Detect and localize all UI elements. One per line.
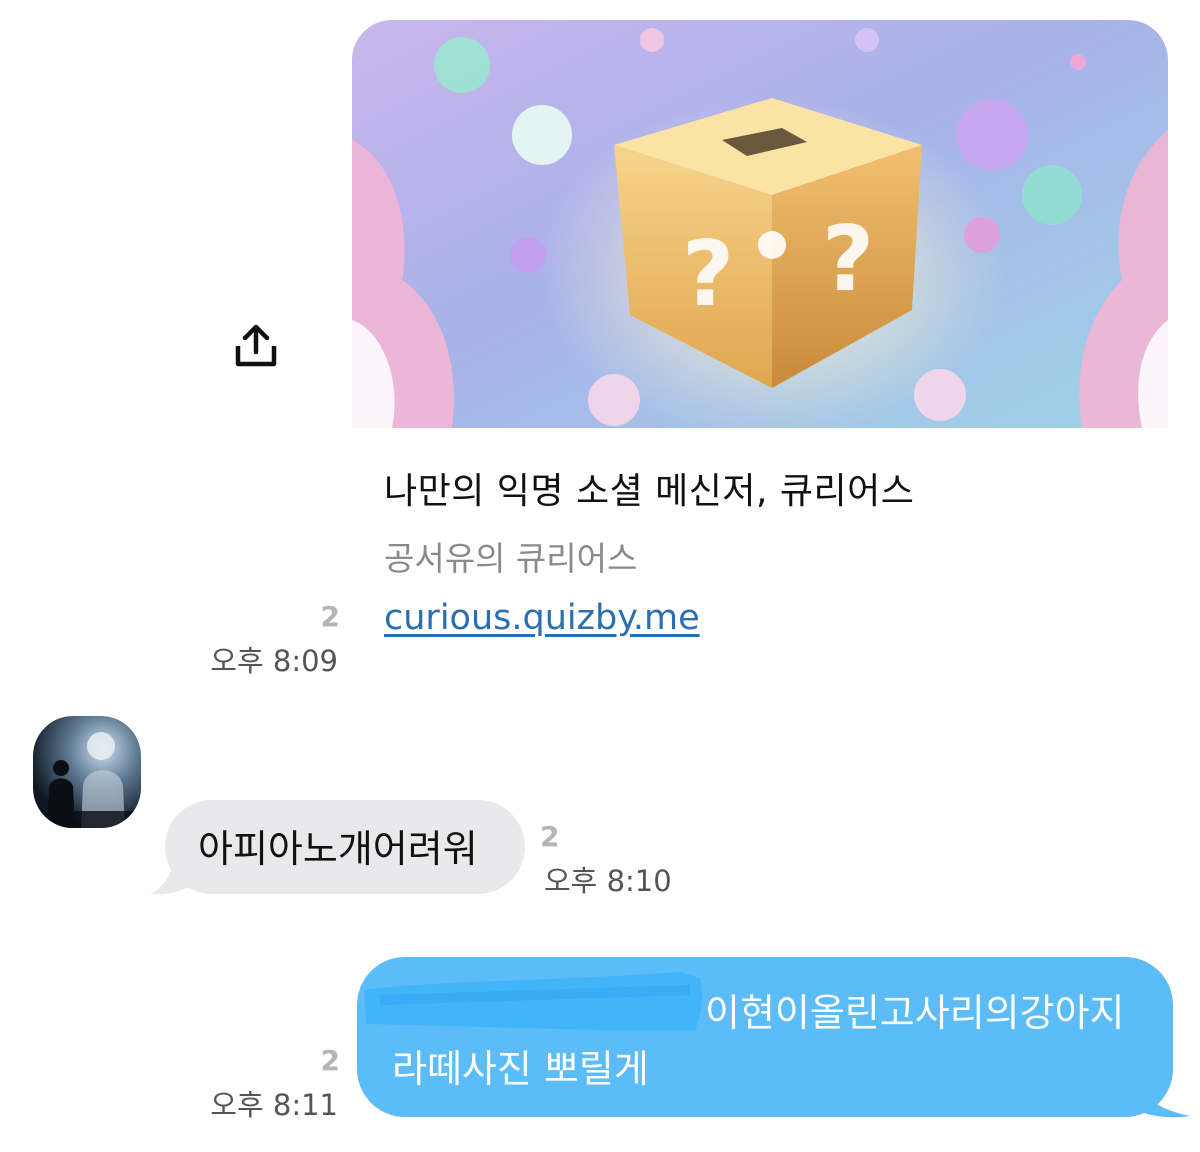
share-button[interactable]: [226, 318, 286, 374]
read-count-badge: 2: [320, 600, 340, 633]
sent-message-text-line-2: 라떼사진 뽀릴게: [392, 1047, 649, 1091]
sent-message-text-line-1: 이현이올린고사리의강아지: [705, 991, 1125, 1035]
message-time: 오후 8:09: [210, 644, 338, 678]
read-count-badge: 2: [540, 820, 560, 853]
link-preview-subtitle: 공서유의 큐리어스: [384, 539, 638, 578]
avatar[interactable]: [33, 716, 141, 828]
link-preview-title[interactable]: 나만의 익명 소셜 메신저, 큐리어스: [384, 462, 914, 514]
share-upload-icon: [235, 324, 277, 367]
svg-text:?: ?: [682, 222, 734, 327]
received-message-text: 아피아노개어려워: [198, 827, 478, 871]
scribble-redaction: [364, 972, 703, 1031]
message-time: 오후 8:10: [544, 864, 672, 898]
message-time: 오후 8:11: [210, 1088, 338, 1122]
read-count-badge: 2: [320, 1044, 340, 1077]
svg-text:?: ?: [822, 207, 874, 312]
link-preview-image[interactable]: ? ?: [352, 20, 1168, 428]
link-preview-url[interactable]: curious.quizby.me: [384, 598, 700, 638]
